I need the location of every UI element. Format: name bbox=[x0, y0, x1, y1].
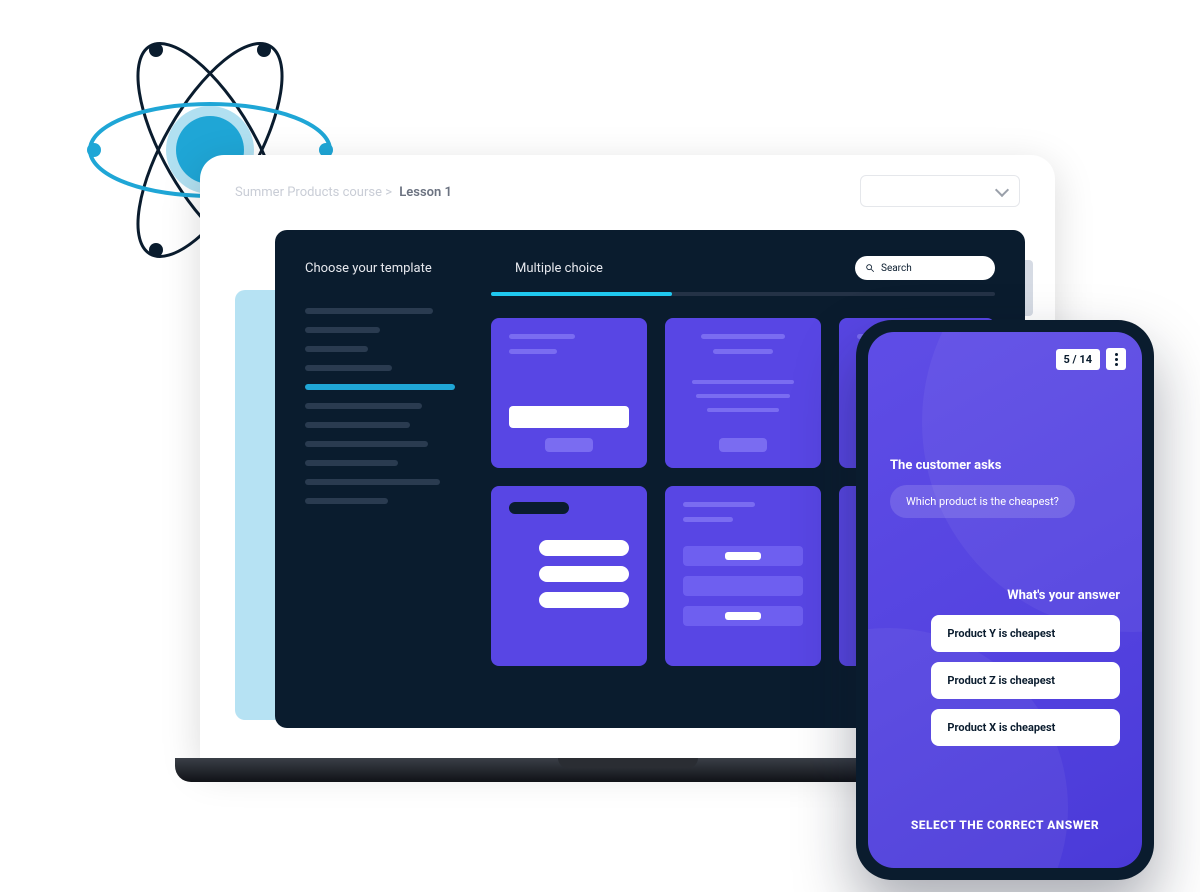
question-label: The customer asks bbox=[890, 458, 1120, 473]
breadcrumb[interactable]: Summer Products course > Lesson 1 bbox=[235, 185, 452, 200]
answer-label: What's your answer bbox=[890, 588, 1120, 603]
laptop-notch bbox=[558, 758, 698, 768]
category-item[interactable] bbox=[305, 327, 380, 333]
progress-bar bbox=[491, 292, 995, 296]
category-item[interactable] bbox=[305, 308, 433, 314]
select-answer-cta: SELECT THE CORRECT ANSWER bbox=[890, 818, 1120, 832]
category-item[interactable] bbox=[305, 346, 368, 352]
phone-mockup: 5 / 14 The customer asks Which product i… bbox=[856, 320, 1154, 880]
search-placeholder: Search bbox=[881, 263, 912, 274]
panel-title: Multiple choice bbox=[515, 261, 795, 276]
breadcrumb-current: Lesson 1 bbox=[399, 185, 452, 200]
answer-list: Product Y is cheapest Product Z is cheap… bbox=[890, 615, 1120, 746]
search-input[interactable]: Search bbox=[855, 256, 995, 280]
answer-option[interactable]: Product X is cheapest bbox=[931, 709, 1120, 746]
question-bubble: Which product is the cheapest? bbox=[890, 485, 1075, 518]
category-item[interactable] bbox=[305, 365, 392, 371]
category-item[interactable] bbox=[305, 498, 388, 504]
category-item[interactable] bbox=[305, 460, 398, 466]
answer-option[interactable]: Product Z is cheapest bbox=[931, 662, 1120, 699]
template-card[interactable] bbox=[665, 318, 821, 468]
breadcrumb-parent[interactable]: Summer Products course bbox=[235, 185, 382, 200]
category-item[interactable] bbox=[305, 479, 440, 485]
template-card[interactable] bbox=[665, 486, 821, 666]
header-dropdown[interactable] bbox=[860, 175, 1020, 207]
answer-option[interactable]: Product Y is cheapest bbox=[931, 615, 1120, 652]
breadcrumb-separator: > bbox=[385, 185, 395, 200]
category-item[interactable] bbox=[305, 403, 422, 409]
chevron-down-icon bbox=[995, 182, 1009, 196]
category-item[interactable] bbox=[305, 422, 410, 428]
sidebar-title: Choose your template bbox=[305, 261, 455, 276]
phone-screen: 5 / 14 The customer asks Which product i… bbox=[868, 332, 1142, 868]
template-category-list bbox=[305, 292, 455, 666]
category-item[interactable] bbox=[305, 441, 428, 447]
category-item-active[interactable] bbox=[305, 384, 455, 390]
search-icon bbox=[865, 263, 875, 273]
template-card[interactable] bbox=[491, 318, 647, 468]
template-card[interactable] bbox=[491, 486, 647, 666]
